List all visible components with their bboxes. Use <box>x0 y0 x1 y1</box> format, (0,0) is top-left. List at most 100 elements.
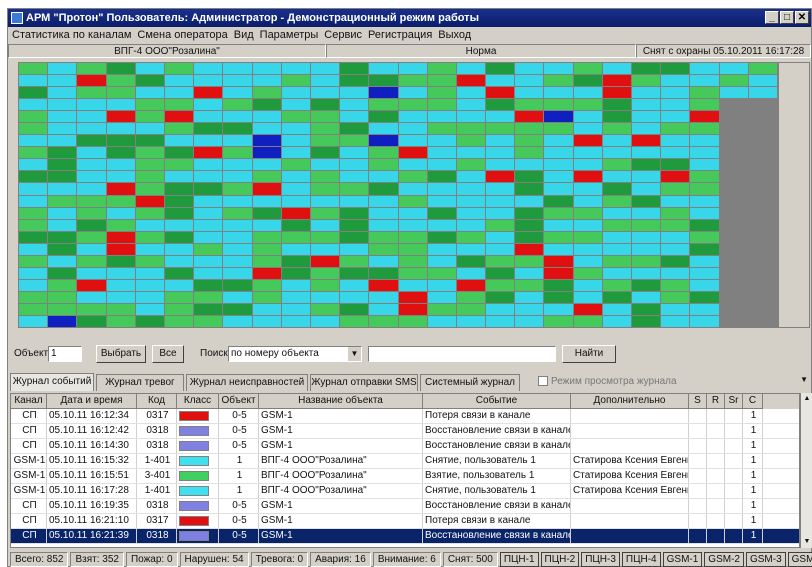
object-cell[interactable] <box>369 255 398 267</box>
menu-registration[interactable]: Регистрация <box>368 27 432 43</box>
object-cell[interactable] <box>456 135 486 147</box>
object-cell[interactable] <box>77 171 106 183</box>
object-cell[interactable] <box>281 255 310 267</box>
object-cell[interactable] <box>48 267 77 279</box>
object-cell[interactable] <box>135 303 164 315</box>
object-cell[interactable] <box>135 111 164 123</box>
object-cell[interactable] <box>340 87 369 99</box>
object-cell[interactable] <box>194 135 223 147</box>
object-cell[interactable] <box>194 267 223 279</box>
object-cell[interactable] <box>748 75 777 87</box>
object-cell[interactable] <box>48 171 77 183</box>
object-cell[interactable] <box>515 63 544 75</box>
object-cell[interactable] <box>223 123 252 135</box>
channel-button-pcn-3[interactable]: ПЦН-3 <box>581 552 620 567</box>
object-cell[interactable] <box>164 123 194 135</box>
object-cell[interactable] <box>369 267 398 279</box>
channel-button-pcn-1[interactable]: ПЦН-1 <box>499 552 539 567</box>
object-cell[interactable] <box>748 291 777 303</box>
object-cell[interactable] <box>194 303 223 315</box>
object-cell[interactable] <box>573 291 602 303</box>
tab-sms[interactable]: Журнал отправки SMS <box>310 374 418 391</box>
object-cell[interactable] <box>661 159 690 171</box>
object-cell[interactable] <box>602 255 632 267</box>
object-cell[interactable] <box>719 207 748 219</box>
object-cell[interactable] <box>690 75 719 87</box>
object-cell[interactable] <box>661 315 690 327</box>
object-cell[interactable] <box>252 303 281 315</box>
object-cell[interactable] <box>194 183 223 195</box>
object-cell[interactable] <box>515 207 544 219</box>
object-cell[interactable] <box>544 195 573 207</box>
object-cell[interactable] <box>106 303 135 315</box>
object-cell[interactable] <box>106 279 135 291</box>
object-cell[interactable] <box>164 75 194 87</box>
object-cell[interactable] <box>19 303 48 315</box>
object-cell[interactable] <box>573 195 602 207</box>
object-cell[interactable] <box>106 99 135 111</box>
object-cell[interactable] <box>135 171 164 183</box>
object-cell[interactable] <box>398 159 427 171</box>
object-cell[interactable] <box>602 291 632 303</box>
object-cell[interactable] <box>164 159 194 171</box>
object-cell[interactable] <box>310 75 340 87</box>
object-cell[interactable] <box>135 75 164 87</box>
object-cell[interactable] <box>690 255 719 267</box>
object-cell[interactable] <box>135 243 164 255</box>
object-cell[interactable] <box>573 255 602 267</box>
object-cell[interactable] <box>281 159 310 171</box>
object-cell[interactable] <box>456 315 486 327</box>
object-cell[interactable] <box>340 195 369 207</box>
object-cell[interactable] <box>515 291 544 303</box>
object-cell[interactable] <box>106 231 135 243</box>
object-cell[interactable] <box>77 195 106 207</box>
object-cell[interactable] <box>690 207 719 219</box>
table-row[interactable]: GSM-1 05.10.11 16:17:28 1-401 1 ВПГ-4 ООО"Ро… <box>11 484 799 499</box>
tab-faults[interactable]: Журнал неисправностей <box>186 374 308 391</box>
object-cell[interactable] <box>602 99 632 111</box>
column-header[interactable]: Событие <box>423 394 571 409</box>
object-cell[interactable] <box>223 219 252 231</box>
object-cell[interactable] <box>340 111 369 123</box>
object-cell[interactable] <box>310 171 340 183</box>
object-cell[interactable] <box>310 183 340 195</box>
object-cell[interactable] <box>544 219 573 231</box>
object-cell[interactable] <box>661 171 690 183</box>
object-cell[interactable] <box>661 195 690 207</box>
object-cell[interactable] <box>106 159 135 171</box>
object-cell[interactable] <box>573 63 602 75</box>
object-cell[interactable] <box>252 111 281 123</box>
object-cell[interactable] <box>690 219 719 231</box>
object-cell[interactable] <box>106 75 135 87</box>
object-cell[interactable] <box>456 279 486 291</box>
object-cell[interactable] <box>310 279 340 291</box>
object-cell[interactable] <box>252 99 281 111</box>
object-cell[interactable] <box>398 183 427 195</box>
object-cell[interactable] <box>544 207 573 219</box>
object-cell[interactable] <box>661 63 690 75</box>
search-mode-select[interactable]: по номеру объекта ▼ <box>228 346 362 362</box>
object-cell[interactable] <box>106 255 135 267</box>
object-cell[interactable] <box>340 99 369 111</box>
object-cell[interactable] <box>252 207 281 219</box>
object-cell[interactable] <box>19 183 48 195</box>
object-cell[interactable] <box>164 243 194 255</box>
object-cell[interactable] <box>281 63 310 75</box>
object-cell[interactable] <box>369 195 398 207</box>
object-cell[interactable] <box>544 99 573 111</box>
object-cell[interactable] <box>48 303 77 315</box>
minimize-button[interactable]: _ <box>765 11 779 24</box>
all-button[interactable]: Все <box>152 345 184 363</box>
object-cell[interactable] <box>602 195 632 207</box>
object-cell[interactable] <box>252 183 281 195</box>
object-cell[interactable] <box>48 291 77 303</box>
object-cell[interactable] <box>223 171 252 183</box>
object-cell[interactable] <box>281 279 310 291</box>
object-cell[interactable] <box>719 267 748 279</box>
object-cell[interactable] <box>77 147 106 159</box>
table-row[interactable]: СП 05.10.11 16:21:10 0317 0-5 GSM-1 Потеря св… <box>11 514 799 529</box>
object-cell[interactable] <box>281 303 310 315</box>
object-cell[interactable] <box>164 291 194 303</box>
object-cell[interactable] <box>77 291 106 303</box>
object-cell[interactable] <box>398 219 427 231</box>
